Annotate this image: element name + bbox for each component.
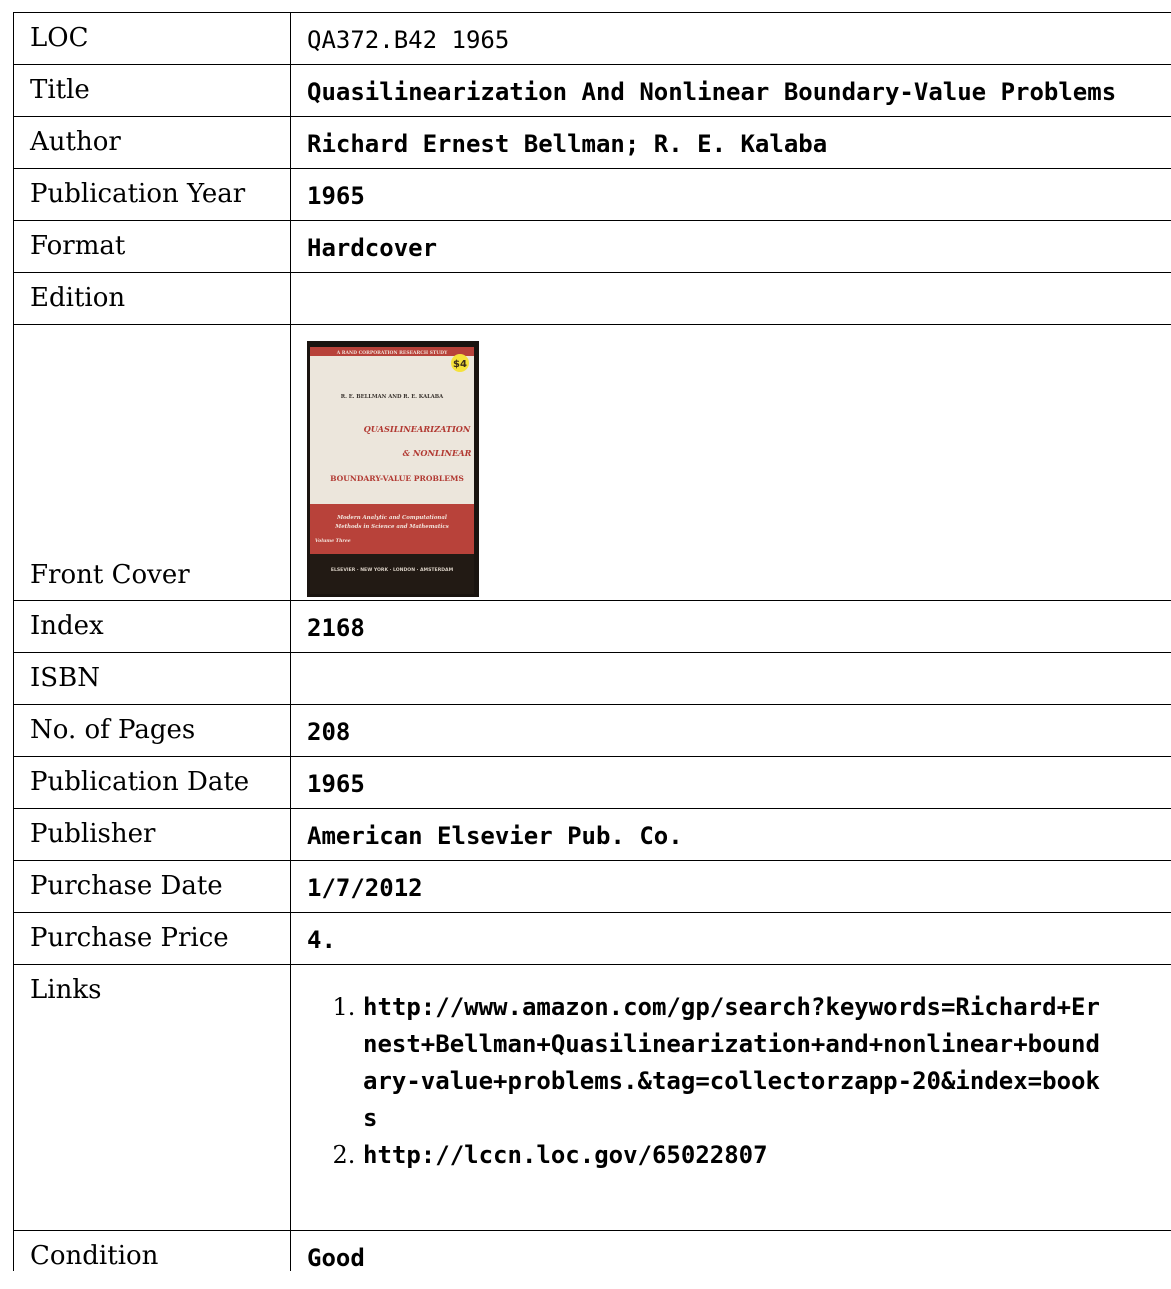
row-publisher: Publisher American Elsevier Pub. Co.	[13, 808, 1171, 861]
label-purchase-price: Purchase Price	[13, 912, 291, 965]
value-publication-year: 1965	[290, 168, 1171, 221]
value-isbn	[290, 652, 1171, 705]
value-links: http://www.amazon.com/gp/search?keywords…	[290, 964, 1171, 1231]
value-publication-date: 1965	[290, 756, 1171, 809]
label-isbn: ISBN	[13, 652, 291, 705]
row-purchase-price: Purchase Price 4.	[13, 912, 1171, 965]
row-title: Title Quasilinearization And Nonlinear B…	[13, 64, 1171, 117]
link-amazon[interactable]: http://www.amazon.com/gp/search?keywords…	[363, 989, 1103, 1137]
cover-band-line1: Modern Analytic and Computational	[336, 515, 447, 521]
value-loc: QA372.B42 1965	[290, 12, 1171, 65]
value-front-cover: A RAND CORPORATION RESEARCH STUDY $4 R. …	[290, 324, 1171, 601]
label-front-cover: Front Cover	[13, 324, 291, 601]
label-condition: Condition	[13, 1230, 291, 1271]
cover-series-text: A RAND CORPORATION RESEARCH STUDY	[336, 350, 448, 356]
value-condition: Good	[290, 1230, 1171, 1271]
value-purchase-price: 4.	[290, 912, 1171, 965]
front-cover-image[interactable]: A RAND CORPORATION RESEARCH STUDY $4 R. …	[307, 341, 479, 597]
cover-band-line2: Methods in Science and Mathematics	[334, 524, 449, 530]
row-format: Format Hardcover	[13, 220, 1171, 273]
cover-authors: R. E. BELLMAN AND R. E. KALABA	[341, 394, 444, 400]
value-author: Richard Ernest Bellman; R. E. Kalaba	[290, 116, 1171, 169]
label-loc: LOC	[13, 12, 291, 65]
row-isbn: ISBN	[13, 652, 1171, 705]
row-condition: Condition Good	[13, 1230, 1171, 1271]
cover-title-line1: QUASILINEARIZATION	[364, 424, 471, 434]
value-publisher: American Elsevier Pub. Co.	[290, 808, 1171, 861]
label-pages: No. of Pages	[13, 704, 291, 757]
cover-title-line3: BOUNDARY-VALUE PROBLEMS	[330, 474, 464, 483]
value-edition	[290, 272, 1171, 325]
value-pages: 208	[290, 704, 1171, 757]
cover-publisher-line: ELSEVIER · NEW YORK · LONDON · AMSTERDAM	[331, 567, 454, 573]
row-pages: No. of Pages 208	[13, 704, 1171, 757]
label-edition: Edition	[13, 272, 291, 325]
row-publication-date: Publication Date 1965	[13, 756, 1171, 809]
value-title: Quasilinearization And Nonlinear Boundar…	[290, 64, 1171, 117]
row-author: Author Richard Ernest Bellman; R. E. Kal…	[13, 116, 1171, 169]
price-sticker-text: $4	[453, 359, 467, 370]
book-cover-illustration: A RAND CORPORATION RESEARCH STUDY $4 R. …	[307, 341, 479, 597]
cover-band-line3: Volume Three	[315, 538, 351, 544]
row-loc: LOC QA372.B42 1965	[13, 12, 1171, 65]
label-publication-date: Publication Date	[13, 756, 291, 809]
row-publication-year: Publication Year 1965	[13, 168, 1171, 221]
value-format: Hardcover	[290, 220, 1171, 273]
cover-title-line2: & NONLINEAR	[403, 448, 472, 458]
cover-bottom-band	[310, 554, 474, 594]
label-index: Index	[13, 600, 291, 653]
row-front-cover: Front Cover A RAND CORPORATION RESEARCH …	[13, 324, 1171, 601]
label-purchase-date: Purchase Date	[13, 860, 291, 913]
links-list: http://www.amazon.com/gp/search?keywords…	[292, 989, 1104, 1174]
value-index: 2168	[290, 600, 1171, 653]
label-publisher: Publisher	[13, 808, 291, 861]
book-record-table: LOC QA372.B42 1965 Title Quasilinearizat…	[13, 12, 1171, 1271]
row-purchase-date: Purchase Date 1/7/2012	[13, 860, 1171, 913]
label-author: Author	[13, 116, 291, 169]
row-links: Links http://www.amazon.com/gp/search?ke…	[13, 964, 1171, 1231]
label-publication-year: Publication Year	[13, 168, 291, 221]
label-format: Format	[13, 220, 291, 273]
label-links: Links	[13, 964, 291, 1231]
link-lccn[interactable]: http://lccn.loc.gov/65022807	[363, 1137, 1103, 1174]
label-title: Title	[13, 64, 291, 117]
row-index: Index 2168	[13, 600, 1171, 653]
value-purchase-date: 1/7/2012	[290, 860, 1171, 913]
row-edition: Edition	[13, 272, 1171, 325]
